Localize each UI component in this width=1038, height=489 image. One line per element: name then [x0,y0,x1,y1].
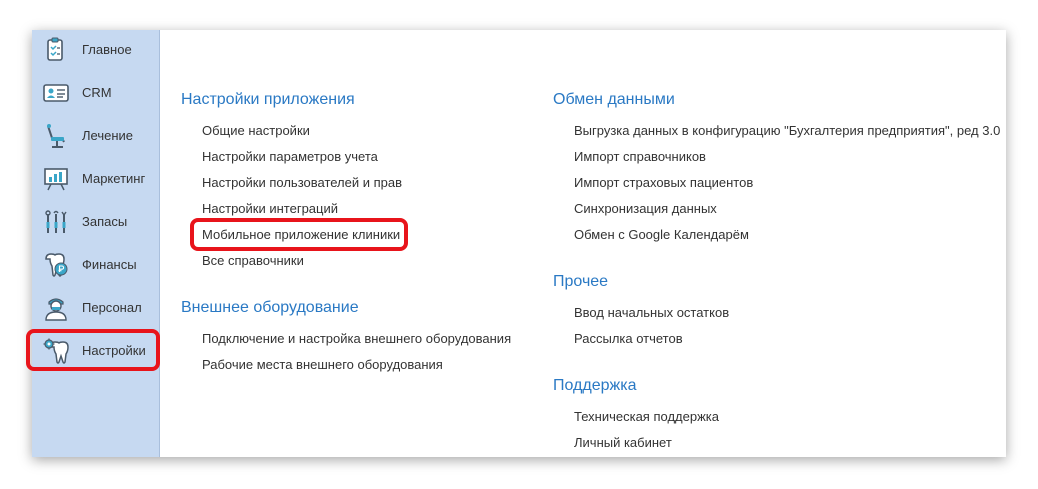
link-equipment-workplaces[interactable]: Рабочие места внешнего оборудования [202,357,443,372]
sidebar-item-label: Финансы [82,257,137,272]
link-import-directories[interactable]: Импорт справочников [574,149,706,164]
link-import-insurance-patients[interactable]: Импорт страховых пациентов [574,175,753,190]
sidebar-item-marketing[interactable]: Маркетинг [32,159,159,199]
id-card-icon [42,79,70,107]
sidebar-item-crm[interactable]: CRM [32,73,159,113]
section-title-other: Прочее [553,273,609,290]
highlight-outline-settings [26,329,160,371]
sidebar: Главное CRM Лечение Маркетинг Запасы Фин… [32,30,160,457]
section-title-support: Поддержка [553,377,637,394]
link-connect-equipment[interactable]: Подключение и настройка внешнего оборудо… [202,331,511,346]
sidebar-item-main[interactable]: Главное [32,30,159,70]
link-export-accounting[interactable]: Выгрузка данных в конфигурацию "Бухгалте… [574,123,1000,138]
sidebar-item-finance[interactable]: Финансы [32,245,159,285]
link-tech-support[interactable]: Техническая поддержка [574,409,719,424]
sidebar-item-label: CRM [82,85,112,100]
sidebar-item-staff[interactable]: Персонал [32,288,159,328]
section-title-external-equipment: Внешнее оборудование [181,299,359,316]
section-title-app-settings: Настройки приложения [181,91,355,108]
presentation-board-icon [42,165,70,193]
link-report-mailing[interactable]: Рассылка отчетов [574,331,683,346]
sidebar-item-label: Маркетинг [82,171,146,186]
settings-window: Главное CRM Лечение Маркетинг Запасы Фин… [32,30,1006,457]
dental-tools-icon [42,208,70,236]
sidebar-item-treatment[interactable]: Лечение [32,116,159,156]
link-personal-account[interactable]: Личный кабинет [574,435,672,450]
sidebar-item-label: Лечение [82,128,134,143]
sidebar-item-label: Запасы [82,214,128,229]
link-initial-balances[interactable]: Ввод начальных остатков [574,305,729,320]
doctor-icon [42,294,70,322]
link-accounting-parameters[interactable]: Настройки параметров учета [202,149,378,164]
link-data-sync[interactable]: Синхронизация данных [574,201,717,216]
link-general-settings[interactable]: Общие настройки [202,123,310,138]
highlight-outline-mobile-app [190,218,408,251]
section-title-data-exchange: Обмен данными [553,91,675,108]
link-google-calendar[interactable]: Обмен с Google Календарём [574,227,749,242]
sidebar-item-label: Главное [82,42,132,57]
link-all-directories[interactable]: Все справочники [202,253,304,268]
tooth-ruble-icon [42,251,70,279]
dental-chair-icon [42,122,70,150]
checklist-icon [42,36,70,64]
sidebar-item-stock[interactable]: Запасы [32,202,159,242]
link-users-and-rights[interactable]: Настройки пользователей и прав [202,175,402,190]
sidebar-item-label: Персонал [82,300,142,315]
link-integrations[interactable]: Настройки интеграций [202,201,338,216]
